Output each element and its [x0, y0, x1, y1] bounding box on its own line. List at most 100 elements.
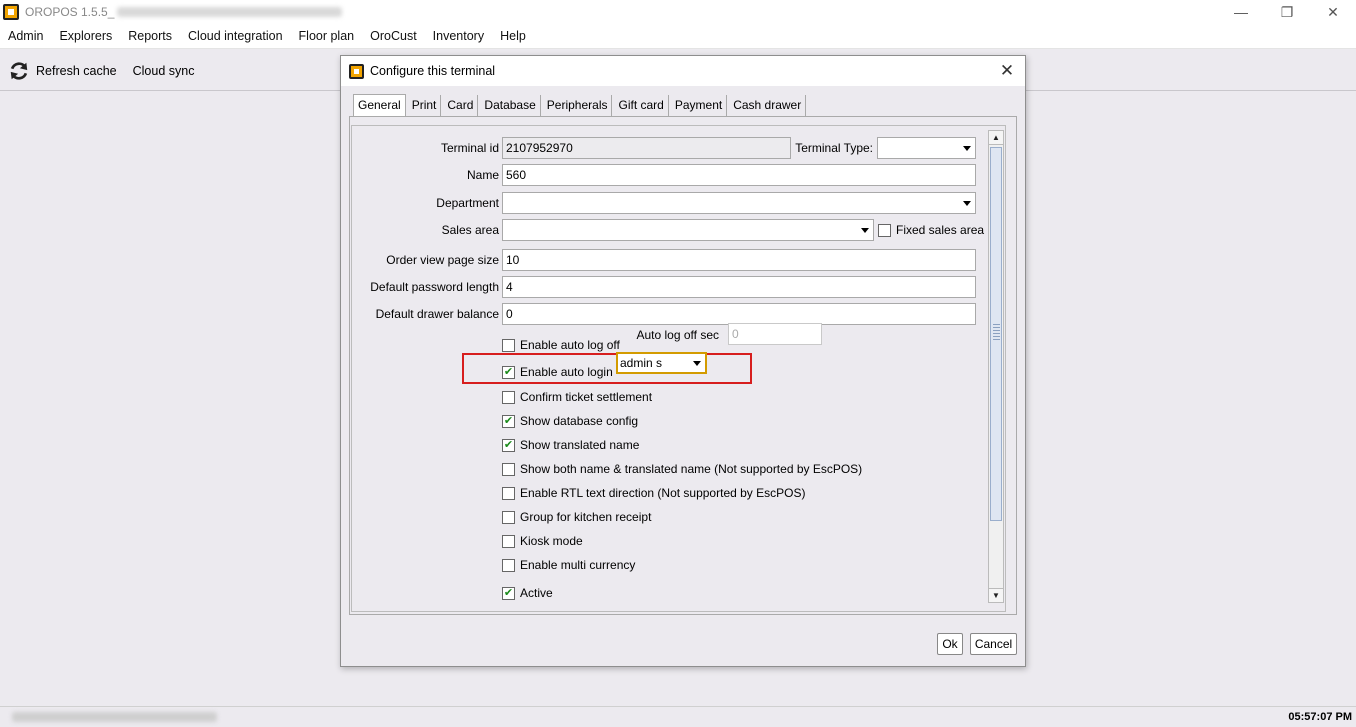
option-label: Active — [520, 586, 553, 600]
option-label: Group for kitchen receipt — [520, 510, 652, 524]
dialog-close-icon[interactable]: ✕ — [997, 61, 1017, 81]
minimize-icon[interactable]: — — [1218, 0, 1264, 24]
option-label: Show both name & translated name (Not su… — [520, 462, 863, 476]
menu-bar: Admin Explorers Reports Cloud integratio… — [0, 24, 1356, 49]
auto-logoff-sec-label: Auto log off sec — [636, 328, 720, 342]
general-tab-panel: Terminal id 2107952970 Terminal Type: Na… — [349, 116, 1017, 615]
option-check — [502, 558, 515, 572]
status-text-redacted — [12, 712, 217, 722]
window-title: OROPOS 1.5.5_ — [25, 5, 115, 19]
drawer-balance-field[interactable]: 0 — [502, 303, 976, 325]
fixed-sales-area-label: Fixed sales area — [896, 223, 985, 237]
fixed-sales-area-checkbox[interactable]: Fixed sales area — [878, 221, 984, 239]
auto-login-checkbox[interactable]: ✔ Enable auto login — [502, 363, 613, 381]
auto-login-check: ✔ — [502, 365, 515, 379]
department-label: Department — [436, 196, 499, 210]
auto-login-label: Enable auto login — [520, 365, 613, 379]
dialog-tabs: General Print Card Database Peripherals … — [353, 94, 808, 116]
chevron-down-icon — [963, 146, 971, 151]
group-kitchen-receipt-checkbox[interactable]: Group for kitchen receipt — [502, 508, 651, 526]
option-label: Enable multi currency — [520, 558, 636, 572]
option-check — [502, 462, 515, 476]
tab-gift-card[interactable]: Gift card — [614, 95, 669, 116]
dialog-title: Configure this terminal — [370, 64, 496, 78]
menu-cloud-integration[interactable]: Cloud integration — [180, 24, 291, 49]
window-titlebar: OROPOS 1.5.5_ — ❐ ✕ — [0, 0, 1356, 24]
cancel-button[interactable]: Cancel — [970, 633, 1017, 655]
tab-print[interactable]: Print — [408, 95, 442, 116]
sales-area-select[interactable] — [502, 219, 874, 241]
password-length-field[interactable]: 4 — [502, 276, 976, 298]
auto-logoff-label: Enable auto log off — [520, 338, 620, 352]
configure-terminal-dialog: Configure this terminal ✕ General Print … — [340, 55, 1026, 667]
enable-rtl-checkbox[interactable]: Enable RTL text direction (Not supported… — [502, 484, 805, 502]
restore-icon[interactable]: ❐ — [1264, 0, 1310, 24]
menu-admin[interactable]: Admin — [0, 24, 51, 49]
option-check: ✔ — [502, 586, 515, 600]
menu-explorers[interactable]: Explorers — [51, 24, 120, 49]
menu-help[interactable]: Help — [492, 24, 534, 49]
option-label: Show database config — [520, 414, 639, 428]
status-bar: 05:57:07 PM — [0, 706, 1356, 727]
terminal-id-label: Terminal id — [440, 141, 499, 155]
option-check — [502, 390, 515, 404]
refresh-icon — [10, 61, 28, 80]
app-logo-icon — [3, 4, 19, 20]
auto-logoff-check — [502, 338, 515, 352]
refresh-cache-label: Refresh cache — [36, 63, 117, 78]
option-check — [502, 486, 515, 500]
chevron-down-icon — [861, 228, 869, 233]
terminal-id-field[interactable]: 2107952970 — [502, 137, 791, 159]
kiosk-mode-checkbox[interactable]: Kiosk mode — [502, 532, 583, 550]
tab-database[interactable]: Database — [480, 95, 541, 116]
name-label: Name — [466, 168, 499, 182]
refresh-cache-button[interactable]: Refresh cache — [0, 51, 125, 91]
close-icon[interactable]: ✕ — [1310, 0, 1356, 24]
option-label: Confirm ticket settlement — [520, 390, 653, 404]
chevron-down-icon — [693, 361, 701, 366]
option-check — [502, 534, 515, 548]
scroll-up-icon[interactable]: ▲ — [989, 131, 1003, 145]
active-checkbox[interactable]: ✔ Active — [502, 584, 553, 602]
tab-peripherals[interactable]: Peripherals — [543, 95, 613, 116]
show-both-names-checkbox[interactable]: Show both name & translated name (Not su… — [502, 460, 862, 478]
option-check: ✔ — [502, 438, 515, 452]
option-check: ✔ — [502, 414, 515, 428]
status-time: 05:57:07 PM — [1288, 711, 1352, 723]
auto-logoff-checkbox[interactable]: Enable auto log off — [502, 336, 620, 354]
option-label: Kiosk mode — [520, 534, 583, 548]
option-label: Show translated name — [520, 438, 640, 452]
scroll-thumb[interactable] — [990, 147, 1002, 521]
order-view-field[interactable]: 10 — [502, 249, 976, 271]
tab-card[interactable]: Card — [443, 95, 479, 116]
department-select[interactable] — [502, 192, 976, 214]
order-view-label: Order view page size — [386, 253, 499, 267]
chevron-down-icon — [963, 201, 971, 206]
cloud-sync-button[interactable]: Cloud sync — [125, 51, 203, 91]
tab-general[interactable]: General — [353, 94, 406, 116]
auto-login-user-value: admin s — [620, 356, 663, 370]
multi-currency-checkbox[interactable]: Enable multi currency — [502, 556, 635, 574]
terminal-type-label: Terminal Type: — [795, 141, 873, 155]
sales-area-label: Sales area — [441, 223, 499, 237]
confirm-ticket-settlement-checkbox[interactable]: Confirm ticket settlement — [502, 388, 652, 406]
ok-button[interactable]: Ok — [937, 633, 963, 655]
auto-logoff-sec-field[interactable]: 0 — [728, 323, 822, 345]
menu-floor-plan[interactable]: Floor plan — [291, 24, 363, 49]
dialog-titlebar: Configure this terminal ✕ — [341, 56, 1025, 86]
vertical-scrollbar[interactable]: ▲ ▼ — [988, 130, 1004, 603]
tab-cash-drawer[interactable]: Cash drawer — [729, 95, 807, 116]
auto-login-user-select[interactable]: admin s — [616, 352, 707, 374]
window-title-redacted — [117, 7, 343, 17]
terminal-type-select[interactable] — [877, 137, 976, 159]
scroll-down-icon[interactable]: ▼ — [989, 588, 1003, 602]
show-database-config-checkbox[interactable]: ✔ Show database config — [502, 412, 638, 430]
name-field[interactable]: 560 — [502, 164, 976, 186]
menu-inventory[interactable]: Inventory — [425, 24, 492, 49]
menu-reports[interactable]: Reports — [120, 24, 180, 49]
option-label: Enable RTL text direction (Not supported… — [520, 486, 806, 500]
show-translated-name-checkbox[interactable]: ✔ Show translated name — [502, 436, 639, 454]
option-check — [502, 510, 515, 524]
tab-payment[interactable]: Payment — [671, 95, 728, 116]
menu-orocust[interactable]: OroCust — [362, 24, 425, 49]
